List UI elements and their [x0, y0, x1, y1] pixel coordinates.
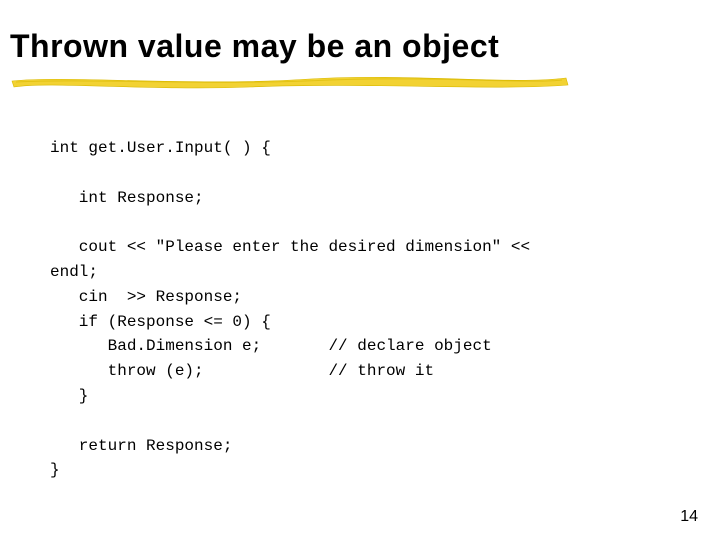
slide-title: Thrown value may be an object	[10, 28, 710, 71]
title-area: Thrown value may be an object	[10, 28, 710, 87]
slide: Thrown value may be an object int get.Us…	[0, 0, 720, 540]
brush-underline-icon	[10, 73, 570, 91]
title-underline	[10, 73, 570, 87]
page-number: 14	[680, 508, 698, 526]
code-block: int get.User.Input( ) { int Response; co…	[50, 136, 670, 483]
